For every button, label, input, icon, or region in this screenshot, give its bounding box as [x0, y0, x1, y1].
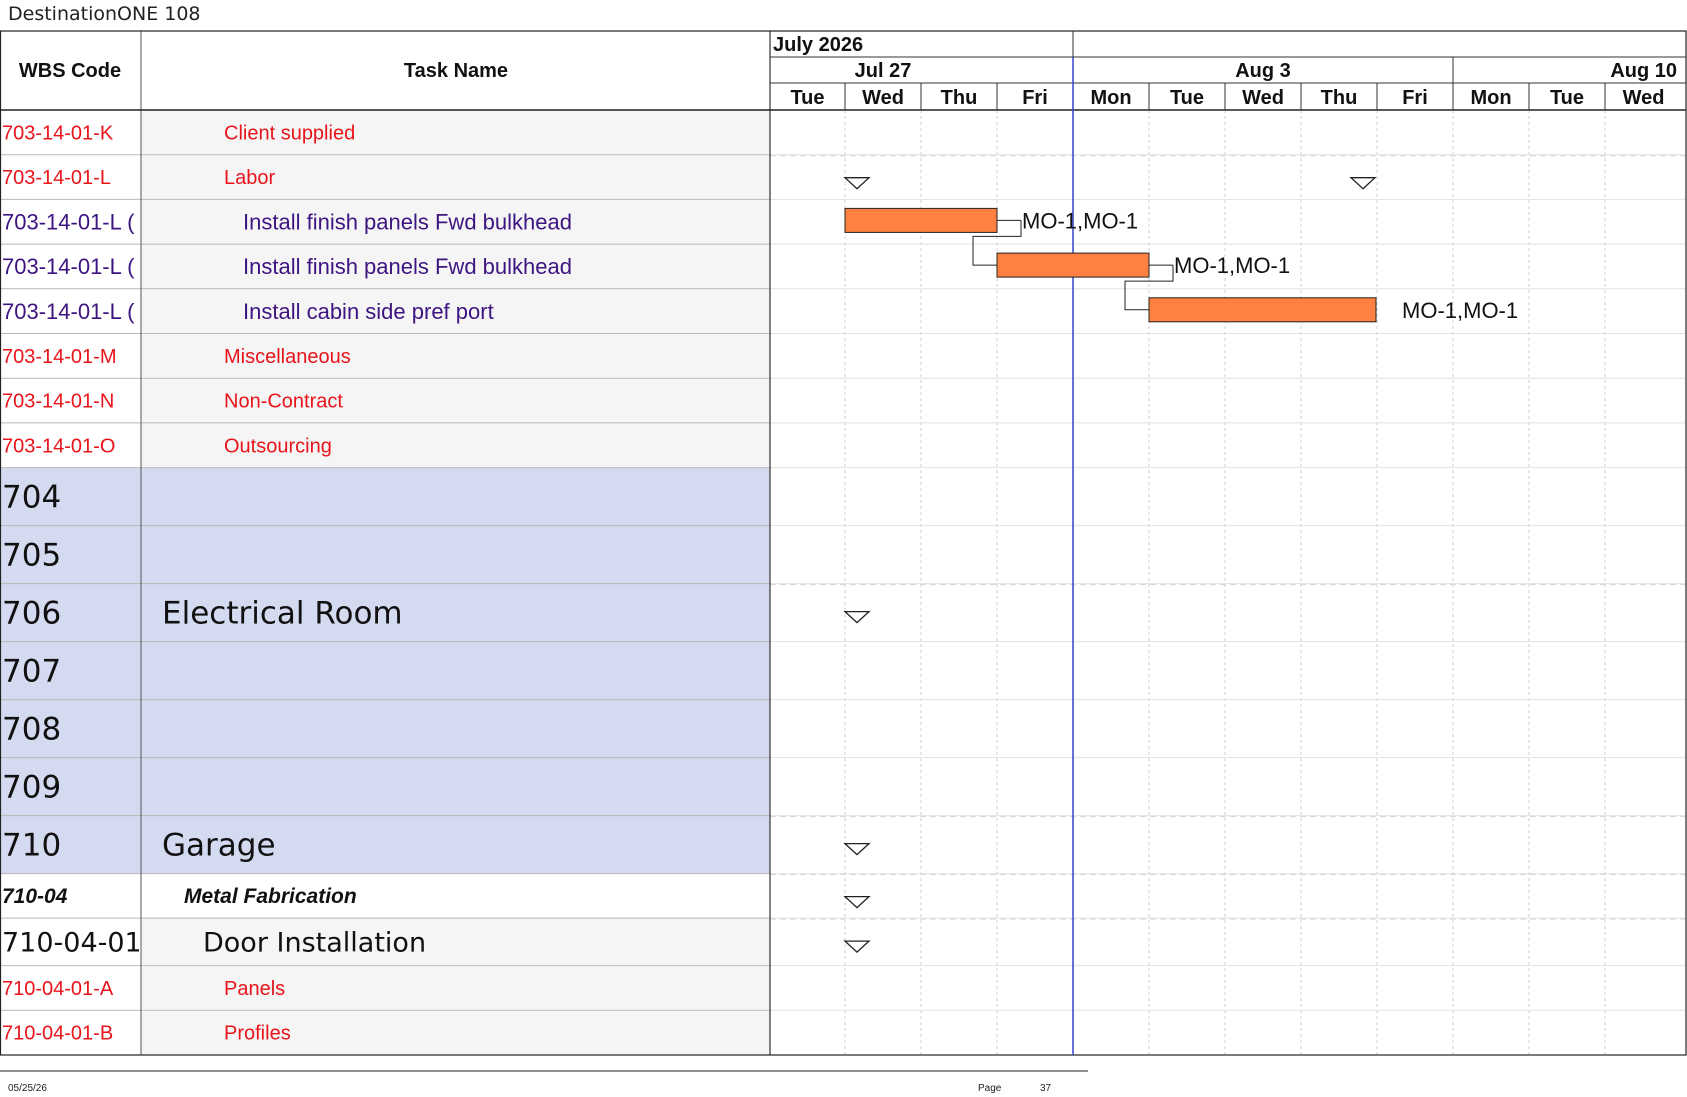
day-label: Thu [941, 87, 978, 109]
wbs-code: 703-14-01-N [2, 391, 114, 413]
wbs-code: 703-14-01-L ( [2, 254, 135, 279]
wbs-column-header: WBS Code [19, 60, 121, 82]
day-label: Wed [862, 87, 904, 109]
wbs-code: 709 [2, 769, 61, 805]
summary-start-marker [843, 895, 871, 909]
month-label: July 2026 [773, 34, 863, 56]
row-background [0, 699, 770, 758]
task-name: Labor [224, 167, 275, 189]
wbs-code: 710-04-01 [2, 927, 142, 958]
task-name: Install cabin side pref port [243, 299, 494, 324]
task-name: Profiles [224, 1023, 291, 1045]
wbs-code: 710-04 [2, 885, 68, 908]
day-label: Tue [1550, 87, 1584, 109]
task-bar [996, 252, 1150, 278]
task-name: Electrical Room [162, 595, 403, 631]
task-bar [1148, 297, 1377, 323]
row-background [0, 757, 770, 816]
wbs-code: 703-14-01-L ( [2, 299, 135, 324]
row-background [0, 815, 770, 874]
day-label: Mon [1090, 87, 1131, 109]
task-name: Miscellaneous [224, 346, 351, 368]
day-label: Fri [1022, 87, 1048, 109]
summary-start-marker [843, 842, 871, 856]
week-label: Aug 10 [1610, 60, 1677, 82]
day-label: Tue [1170, 87, 1204, 109]
day-label: Wed [1623, 87, 1665, 109]
task-name: Door Installation [203, 927, 426, 958]
footer-page-number: 37 [1040, 1083, 1052, 1094]
task-name: Outsourcing [224, 435, 332, 457]
row-background [0, 641, 770, 700]
wbs-code: 710 [2, 827, 61, 863]
task-name: Install finish panels Fwd bulkhead [243, 254, 572, 279]
resource-label: MO-1,MO-1 [1402, 298, 1518, 323]
gantt-sheet: WBS Code Task Name July 2026 Jul 27 Aug 3 Aug… [0, 30, 1687, 1072]
week-label: Jul 27 [855, 60, 912, 82]
day-label: Mon [1470, 87, 1511, 109]
resource-label: MO-1,MO-1 [1022, 208, 1138, 233]
summary-start-marker [843, 610, 871, 624]
wbs-code: 705 [2, 537, 61, 573]
wbs-code: 707 [2, 653, 61, 689]
wbs-code: 703-14-01-K [2, 122, 114, 144]
day-label: Tue [790, 87, 824, 109]
wbs-code: 703-14-01-L ( [2, 209, 135, 234]
task-bar [844, 207, 998, 233]
day-label: Wed [1242, 87, 1284, 109]
wbs-code: 704 [2, 479, 61, 515]
task-name: Install finish panels Fwd bulkhead [243, 209, 572, 234]
wbs-code: 703-14-01-O [2, 435, 115, 457]
wbs-code: 710-04-01-A [2, 978, 114, 1000]
task-name: Panels [224, 978, 285, 1000]
task-name: Metal Fabrication [184, 885, 357, 908]
row-background [0, 467, 770, 526]
resource-label: MO-1,MO-1 [1174, 253, 1290, 278]
footer-date: 05/25/26 [8, 1083, 47, 1094]
summary-start-marker [843, 940, 871, 953]
wbs-code: 706 [2, 595, 61, 631]
day-label: Fri [1402, 87, 1428, 109]
row-background [0, 525, 770, 584]
task-column-header: Task Name [404, 60, 508, 82]
day-label: Thu [1321, 87, 1358, 109]
task-name: Non-Contract [224, 391, 343, 413]
task-name: Client supplied [224, 122, 355, 144]
week-label: Aug 3 [1235, 60, 1291, 82]
wbs-code: 703-14-01-L [2, 167, 111, 189]
wbs-code: 703-14-01-M [2, 346, 117, 368]
task-name: Garage [162, 827, 276, 863]
wbs-code: 710-04-01-B [2, 1023, 113, 1045]
footer-page-label: Page [978, 1083, 1002, 1094]
summary-end-marker [1349, 177, 1377, 190]
wbs-code: 708 [2, 711, 61, 747]
summary-start-marker [843, 177, 871, 190]
